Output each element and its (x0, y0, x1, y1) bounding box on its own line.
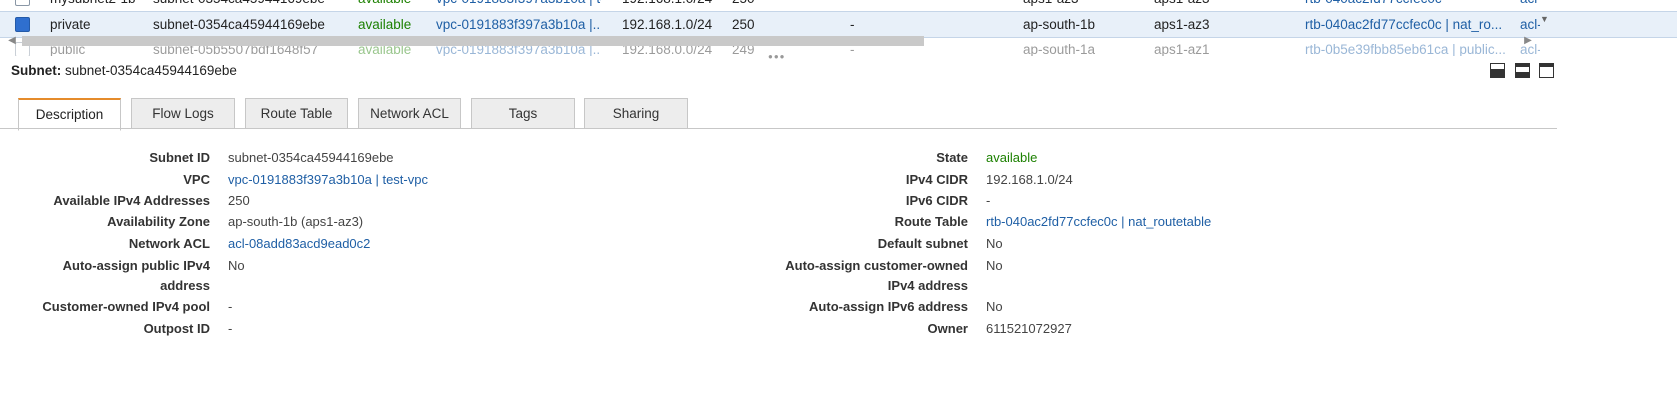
value-vpc-link[interactable]: vpc-0191883f397a3b10a | test-vpc (228, 170, 428, 190)
tab-flow-logs[interactable]: Flow Logs (131, 98, 235, 129)
cell-cidr: 192.168.1.0/24 (622, 0, 722, 11)
tab-divider (0, 128, 1557, 129)
cell-available: 250 (732, 0, 792, 11)
value-auto-assign-ipv6: No (986, 299, 1003, 314)
label-ipv4-cidr: IPv4 CIDR (905, 172, 968, 187)
tab-sharing[interactable]: Sharing (584, 98, 688, 129)
value-default-subnet: No (986, 236, 1003, 251)
detail-title: Subnet: subnet-0354ca45944169ebe (11, 63, 237, 78)
value-network-acl-link[interactable]: acl-08add83acd9ead0c2 (228, 234, 370, 254)
cell-route-table[interactable]: rtb-040ac2fd77ccfec0c (1305, 0, 1505, 11)
value-availability-zone: ap-south-1b (aps1-az3) (228, 214, 364, 229)
scroll-down-icon[interactable]: ▼ (1540, 14, 1549, 24)
label-customer-owned-pool: Customer-owned IPv4 pool (42, 299, 210, 314)
horizontal-scrollbar[interactable]: ◀ ▶ (0, 34, 1580, 48)
cell-az-id: aps1-az3 (1154, 0, 1254, 11)
value-available-ipv4: 250 (228, 193, 250, 208)
cell-az: aps1-az3 (1023, 0, 1123, 11)
cell-vpc[interactable]: vpc-0191883f397a3b10a | te (436, 0, 601, 11)
label-auto-assign-public-ipv4-line2: address (160, 278, 210, 293)
value-ipv4-cidr: 192.168.1.0/24 (986, 172, 1073, 187)
scroll-right-icon[interactable]: ▶ (1522, 34, 1534, 48)
row-checkbox[interactable] (15, 17, 30, 32)
label-outpost-id: Outpost ID (143, 321, 210, 336)
value-customer-owned-pool: - (228, 299, 233, 314)
panel-split-icon[interactable] (1514, 63, 1530, 78)
panel-bottom-icon[interactable] (1490, 63, 1505, 78)
label-state: State (936, 150, 968, 165)
label-subnet-id: Subnet ID (149, 150, 210, 165)
subnets-table: mysubnet2-1b subnet-0354ca45944169ebe av… (0, 0, 1677, 56)
panel-resize-handle[interactable]: ●●● (768, 52, 786, 61)
label-auto-assign-ipv6: Auto-assign IPv6 address (809, 299, 968, 314)
value-outpost-id: - (228, 321, 233, 336)
row-checkbox[interactable] (15, 0, 30, 6)
label-ipv6-cidr: IPv6 CIDR (905, 193, 968, 208)
cell-acl[interactable]: acl-0 (1520, 0, 1540, 11)
value-ipv6-cidr: - (986, 193, 991, 208)
cell-subnet-id: subnet-0354ca45944169ebe (153, 0, 348, 11)
label-route-table: Route Table (894, 214, 968, 229)
value-auto-assign-public-ipv4: No (228, 258, 245, 273)
panel-top-icon[interactable] (1539, 63, 1555, 78)
tab-network-acl[interactable]: Network ACL (358, 98, 461, 129)
tab-route-table[interactable]: Route Table (245, 98, 348, 129)
value-auto-assign-customer-owned: No (986, 258, 1003, 273)
label-network-acl: Network ACL (128, 236, 210, 251)
value-route-table-link[interactable]: rtb-040ac2fd77ccfec0c | nat_routetable (986, 212, 1211, 232)
label-available-ipv4: Available IPv4 Addresses (53, 193, 210, 208)
table-row[interactable]: mysubnet2-1b subnet-0354ca45944169ebe av… (0, 0, 1677, 11)
tab-tags[interactable]: Tags (471, 98, 575, 129)
label-auto-assign-customer-owned-line2: IPv4 address (887, 278, 968, 293)
tab-description[interactable]: Description (18, 98, 121, 131)
value-subnet-id: subnet-0354ca45944169ebe (228, 150, 394, 165)
scrollbar-thumb[interactable] (22, 36, 924, 46)
label-auto-assign-public-ipv4: Auto-assign public IPv4 (62, 258, 210, 273)
detail-title-label: Subnet: (11, 63, 62, 78)
value-state: available (986, 150, 1038, 165)
layout-switcher (1490, 63, 1560, 79)
label-vpc: VPC (183, 172, 210, 187)
label-owner: Owner (927, 321, 968, 336)
cell-state: available (358, 0, 428, 11)
label-default-subnet: Default subnet (877, 236, 968, 251)
detail-title-value: subnet-0354ca45944169ebe (65, 63, 237, 78)
scroll-left-icon[interactable]: ◀ (6, 34, 18, 48)
label-auto-assign-customer-owned: Auto-assign customer-owned (785, 258, 968, 273)
cell-name: mysubnet2-1b (50, 0, 145, 11)
label-availability-zone: Availability Zone (107, 214, 210, 229)
value-owner: 611521072927 (986, 321, 1072, 336)
